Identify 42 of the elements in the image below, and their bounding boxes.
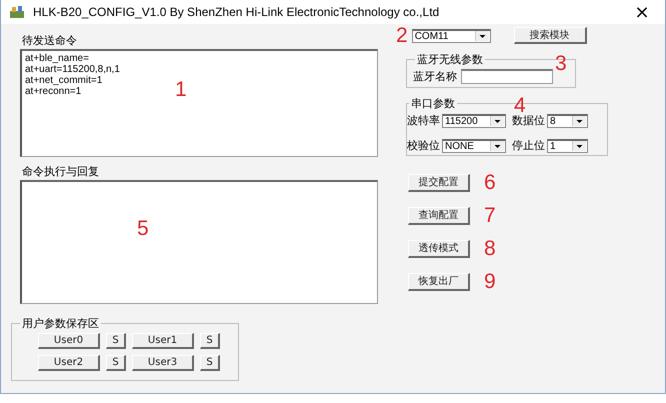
field-label: 数据位 — [512, 113, 545, 128]
dropdown[interactable]: 115200 — [442, 114, 506, 128]
field-label: 波特率 — [407, 113, 440, 128]
section-label: 待发送命令 — [22, 34, 78, 48]
action-button[interactable]: 透传模式 — [408, 240, 470, 258]
user-slot-button[interactable]: User3 — [132, 355, 194, 371]
save-button[interactable]: S — [200, 333, 220, 349]
dropdown[interactable]: NONE — [442, 138, 506, 152]
user-slot-button[interactable]: User2 — [38, 355, 100, 371]
user-slot-button[interactable]: User1 — [132, 333, 194, 349]
annotation-number: 8 — [484, 238, 496, 259]
annotation-number: 7 — [484, 205, 496, 226]
save-button[interactable]: S — [106, 333, 126, 349]
dropdown[interactable]: 8 — [547, 114, 588, 128]
annotation-number: 5 — [137, 218, 149, 239]
annotation-number: 4 — [514, 95, 526, 116]
field-label: 停止位 — [512, 138, 545, 153]
save-button[interactable]: S — [106, 355, 126, 371]
close-button[interactable]: × — [619, 0, 665, 24]
annotation-number: 9 — [484, 271, 496, 292]
annotation-number: 6 — [484, 172, 496, 193]
action-button[interactable]: 提交配置 — [408, 174, 470, 192]
action-button[interactable]: 恢复出厂 — [408, 272, 470, 290]
annotation-number: 2 — [396, 25, 408, 46]
annotation-number: 3 — [555, 53, 567, 74]
annotation-number: 1 — [175, 79, 187, 100]
window-title: HLK-B20_CONFIG_V1.0 By ShenZhen Hi-Link ElectronicTechnology co.,Ltd — [33, 5, 440, 19]
field-label: 蓝牙名称 — [413, 69, 457, 84]
save-button[interactable]: S — [200, 355, 220, 371]
dropdown[interactable]: COM11 — [412, 28, 491, 42]
search-button[interactable]: 搜索模块 — [514, 27, 587, 44]
response-output[interactable] — [20, 180, 378, 304]
action-button[interactable]: 查询配置 — [408, 206, 470, 224]
group-label: 用户参数保存区 — [21, 316, 100, 331]
app-icon — [9, 5, 25, 19]
user-slot-button[interactable]: User0 — [38, 333, 100, 349]
group-label: 蓝牙无线参数 — [416, 52, 484, 67]
bluetooth-name-field[interactable] — [461, 69, 553, 84]
section-label: 命令执行与回复 — [22, 165, 100, 179]
group-label: 串口参数 — [410, 96, 456, 111]
field-label: 校验位 — [407, 138, 440, 153]
dropdown[interactable]: 1 — [547, 138, 588, 152]
